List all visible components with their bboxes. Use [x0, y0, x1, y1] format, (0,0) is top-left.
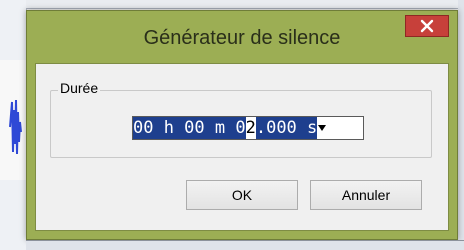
duration-time-input[interactable]: 00 h 00 m 0 2 .000 s	[132, 116, 364, 140]
duration-fraction-selected[interactable]: .000 s	[255, 117, 318, 139]
screen: Générateur de silence Durée 00 h 00 m 0 …	[0, 0, 464, 250]
cancel-button[interactable]: Annuler	[310, 180, 422, 210]
duration-seconds-focus-digit[interactable]: 2	[245, 117, 256, 139]
dialog-title: Générateur de silence	[143, 27, 341, 49]
close-button[interactable]	[405, 15, 449, 37]
background-app-topbar	[26, 0, 464, 9]
background-app-rightbar	[458, 0, 464, 250]
background-app-statusbar	[26, 240, 464, 250]
dialog-content: Durée 00 h 00 m 0 2 .000 s OK Annuler	[35, 63, 449, 231]
close-icon	[420, 19, 434, 33]
chevron-down-icon[interactable]	[317, 117, 327, 139]
silence-generator-dialog: Générateur de silence Durée 00 h 00 m 0 …	[26, 10, 458, 240]
ok-button[interactable]: OK	[186, 180, 298, 210]
dialog-titlebar[interactable]: Générateur de silence	[27, 11, 457, 63]
background-app-sidebar	[0, 0, 27, 250]
waveform-icon	[9, 99, 22, 155]
duration-hours-minutes-selected[interactable]: 00 h 00 m 0	[133, 117, 246, 139]
duration-label: Durée	[58, 80, 101, 96]
